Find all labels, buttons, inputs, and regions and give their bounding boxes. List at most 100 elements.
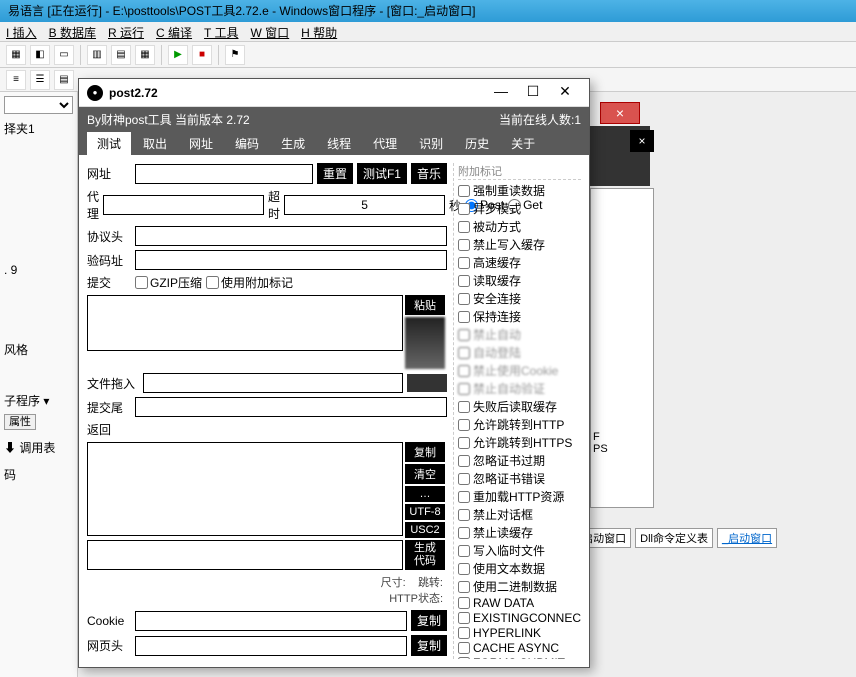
gzip-checkbox[interactable]: GZIP压缩: [135, 274, 202, 291]
tab-proxy[interactable]: 代理: [363, 132, 407, 155]
checklist-item[interactable]: 写入临时文件: [458, 542, 581, 559]
clear-button[interactable]: 清空: [405, 464, 445, 484]
tab-encode[interactable]: 编码: [225, 132, 269, 155]
left-attr-button[interactable]: 属性: [4, 414, 36, 430]
checklist-item[interactable]: 失败后读取缓存: [458, 398, 581, 415]
tab-test[interactable]: 测试: [87, 132, 131, 155]
checklist-item[interactable]: 禁止自动验证: [458, 380, 581, 397]
bg-dark-close[interactable]: ×: [630, 130, 654, 152]
toolbar-btn[interactable]: ▤: [111, 45, 131, 65]
cookie-input[interactable]: [135, 611, 407, 631]
close-button[interactable]: ✕: [549, 83, 581, 103]
checklist-item[interactable]: FORMS SUBMIT: [458, 656, 581, 659]
checklist-item[interactable]: HYPERLINK: [458, 626, 581, 640]
toolbar-btn[interactable]: ▭: [54, 45, 74, 65]
utf8-button[interactable]: UTF-8: [405, 504, 445, 520]
toolbar-btn[interactable]: ◧: [30, 45, 50, 65]
tab-about[interactable]: 关于: [501, 132, 545, 155]
reset-button[interactable]: 重置: [317, 163, 353, 184]
submit-textarea[interactable]: [87, 295, 403, 351]
checklist-item[interactable]: 忽略证书过期: [458, 452, 581, 469]
toolbar-btn[interactable]: ▤: [54, 70, 74, 90]
left-combo[interactable]: [4, 96, 73, 114]
tab-extract[interactable]: 取出: [133, 132, 177, 155]
protocol-label: 协议头: [87, 228, 131, 245]
checklist-item[interactable]: 高速缓存: [458, 254, 581, 271]
bottom-tab-active[interactable]: _启动窗口: [717, 528, 777, 548]
copy-button[interactable]: 复制: [405, 442, 445, 462]
checklist-item[interactable]: 安全连接: [458, 290, 581, 307]
checklist-item[interactable]: 禁止使用Cookie: [458, 362, 581, 379]
tab-history[interactable]: 历史: [455, 132, 499, 155]
protocol-input[interactable]: [135, 226, 447, 246]
checklist-item[interactable]: 使用文本数据: [458, 560, 581, 577]
checklist-item[interactable]: 禁止写入缓存: [458, 236, 581, 253]
checklist-item[interactable]: 禁止读缓存: [458, 524, 581, 541]
use-extra-checkbox[interactable]: 使用附加标记: [206, 274, 293, 291]
gencode-button[interactable]: 生成代码: [405, 540, 445, 570]
checklist-item[interactable]: 强制重读数据: [458, 182, 581, 199]
toolbar-btn[interactable]: ▦: [135, 45, 155, 65]
left-calltable[interactable]: 调用表: [19, 441, 55, 455]
verify-input[interactable]: [135, 250, 447, 270]
toolbar-btn[interactable]: ≡: [6, 70, 26, 90]
submittail-input[interactable]: [135, 397, 447, 417]
checklist-item[interactable]: EXISTINGCONNEC: [458, 611, 581, 625]
checklist-item[interactable]: 禁止对话框: [458, 506, 581, 523]
filedrag-input[interactable]: [143, 373, 403, 393]
checklist-item[interactable]: 允许跳转到HTTP: [458, 416, 581, 433]
toolbar-run-icon[interactable]: ▶: [168, 45, 188, 65]
timeout-input[interactable]: [284, 195, 445, 215]
tab-recognize[interactable]: 识别: [409, 132, 453, 155]
left-childprog[interactable]: 子程序: [4, 394, 40, 408]
testf1-button[interactable]: 测试F1: [357, 163, 407, 184]
checklist-item[interactable]: CACHE ASYNC: [458, 641, 581, 655]
checklist-item[interactable]: 允许跳转到HTTPS: [458, 434, 581, 451]
cookie-copy-button[interactable]: 复制: [411, 610, 447, 631]
usc2-button[interactable]: USC2: [405, 522, 445, 538]
maximize-button[interactable]: ☐: [517, 83, 549, 103]
menu-insert[interactable]: I 插入: [6, 24, 37, 39]
toolbar-btn[interactable]: ▥: [87, 45, 107, 65]
menu-database[interactable]: B 数据库: [49, 24, 96, 39]
menu-help[interactable]: H 帮助: [301, 24, 337, 39]
checklist-item[interactable]: 异步模式: [458, 200, 581, 217]
webhead-label: 网页头: [87, 637, 131, 654]
post-header: By财神post工具 当前版本 2.72 当前在线人数:1: [79, 107, 589, 131]
url-input[interactable]: [135, 164, 313, 184]
bottom-tab[interactable]: Dll命令定义表: [635, 528, 713, 548]
tab-thread[interactable]: 线程: [317, 132, 361, 155]
checklist-item[interactable]: 被动方式: [458, 218, 581, 235]
bg-side-panel: F PS: [590, 188, 654, 508]
minimize-button[interactable]: —: [485, 83, 517, 103]
extra-textarea[interactable]: [87, 540, 403, 570]
paste-button[interactable]: 粘贴: [405, 295, 445, 315]
toolbar-btn[interactable]: ☰: [30, 70, 50, 90]
webhead-input[interactable]: [135, 636, 407, 656]
checklist-item[interactable]: 重加载HTTP资源: [458, 488, 581, 505]
checklist-item[interactable]: 禁止自动: [458, 326, 581, 343]
checklist-item[interactable]: 自动登陆: [458, 344, 581, 361]
post-titlebar[interactable]: ● post2.72 — ☐ ✕: [79, 79, 589, 107]
toolbar-stop-icon[interactable]: ■: [192, 45, 212, 65]
checklist-item[interactable]: RAW DATA: [458, 596, 581, 610]
tab-generate[interactable]: 生成: [271, 132, 315, 155]
toolbar-btn[interactable]: ⚑: [225, 45, 245, 65]
menu-run[interactable]: R 运行: [108, 24, 144, 39]
more-button[interactable]: …: [405, 486, 445, 502]
menu-compile[interactable]: C 编译: [156, 24, 192, 39]
ide-title: 易语言 [正在运行] - E:\posttools\POST工具2.72.e -…: [8, 4, 475, 18]
bg-close-button[interactable]: ×: [600, 102, 640, 124]
checklist-item[interactable]: 忽略证书错误: [458, 470, 581, 487]
checklist-item[interactable]: 使用二进制数据: [458, 578, 581, 595]
menu-window[interactable]: W 窗口: [251, 24, 290, 39]
checklist-item[interactable]: 保持连接: [458, 308, 581, 325]
toolbar-btn[interactable]: ▦: [6, 45, 26, 65]
tab-url[interactable]: 网址: [179, 132, 223, 155]
proxy-input[interactable]: [103, 195, 264, 215]
return-textarea[interactable]: [87, 442, 403, 536]
checklist-item[interactable]: 读取缓存: [458, 272, 581, 289]
webhead-copy-button[interactable]: 复制: [411, 635, 447, 656]
menu-tools[interactable]: T 工具: [204, 24, 238, 39]
music-button[interactable]: 音乐: [411, 163, 447, 184]
